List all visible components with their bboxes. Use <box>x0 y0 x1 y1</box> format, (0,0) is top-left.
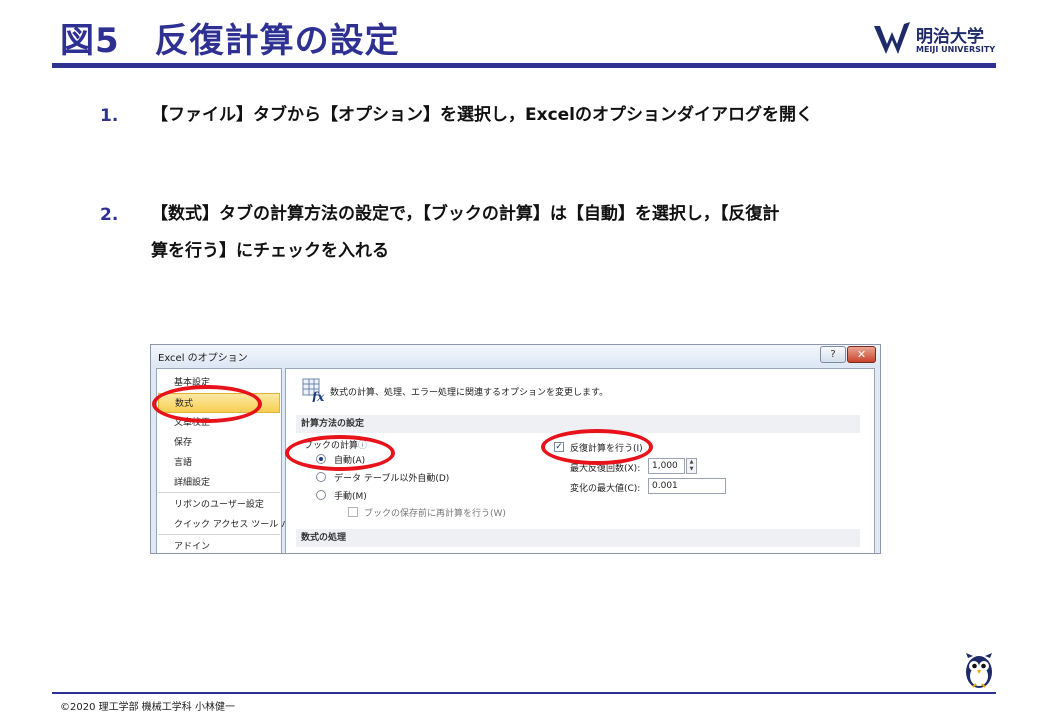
slide-title: 図5 反復計算の設定 <box>60 21 400 61</box>
recalc-before-save-label: ブックの保存前に再計算を行う(W) <box>364 509 506 519</box>
sidebar-item-language[interactable]: 言語 <box>158 453 280 473</box>
step-number: 2. <box>100 205 119 225</box>
radio-manual[interactable] <box>316 490 326 500</box>
highlight-formulas-tab <box>152 385 262 423</box>
highlight-workbook-calc <box>285 435 395 471</box>
svg-text:fx: fx <box>311 390 325 402</box>
max-change-label: 変化の最大値(C): <box>570 484 641 494</box>
radio-automatic-except-tables[interactable] <box>316 472 326 482</box>
dialog-title: Excel のオプション <box>158 353 248 364</box>
owl-mascot-icon <box>966 653 992 688</box>
intro-text: 数式の計算、処理、エラー処理に関連するオプションを変更します。 <box>330 388 609 398</box>
step-text: 【数式】タブの計算方法の設定で，【ブックの計算】は【自動】を選択し，【反復計 算を… <box>151 204 780 261</box>
section-formula-processing: 数式の処理 <box>296 529 860 547</box>
recalc-before-save-checkbox[interactable] <box>348 507 358 517</box>
dialog-titlebar: Excel のオプション ? ✕ <box>151 345 880 367</box>
sidebar-item-addins[interactable]: アドイン <box>158 537 280 553</box>
radio-automatic-except-tables-label: データ テーブル以外自動(D) <box>334 474 450 484</box>
logo-name: 明治大学 <box>916 27 984 47</box>
excel-options-dialog: Excel のオプション ? ✕ 基本設定 数式 文章校正 保存 言語 詳細設定… <box>150 344 881 554</box>
highlight-iterative-calc <box>541 429 653 465</box>
footer-divider <box>52 692 996 694</box>
help-button[interactable]: ? <box>820 346 846 363</box>
max-iterations-spinner[interactable]: ▲ ▼ <box>686 458 697 474</box>
sidebar-item-customize-ribbon[interactable]: リボンのユーザー設定 <box>158 495 280 515</box>
max-change-input[interactable]: 0.001 <box>648 478 726 494</box>
formula-fx-icon: fx <box>302 378 325 402</box>
step-text: 【ファイル】タブから【オプション】を選択し，Excelのオプションダイアログを開… <box>151 105 814 125</box>
step-number: 1. <box>100 106 119 126</box>
sidebar-item-quick-access[interactable]: クイック アクセス ツール バー <box>158 515 299 535</box>
close-button[interactable]: ✕ <box>847 346 876 363</box>
sidebar-item-save[interactable]: 保存 <box>158 433 280 453</box>
radio-manual-label: 手動(M) <box>334 492 367 502</box>
logo-subtitle: MEIJI UNIVERSITY <box>916 45 996 54</box>
sidebar-item-advanced[interactable]: 詳細設定 <box>158 473 280 493</box>
max-iterations-input[interactable]: 1,000 <box>648 458 685 474</box>
title-divider <box>52 63 996 68</box>
footer-copyright: ©2020 理工学部 機械工学科 小林健一 <box>60 702 235 713</box>
university-logo: 明治大学 MEIJI UNIVERSITY <box>872 18 996 60</box>
meiji-logo-icon <box>874 22 910 54</box>
